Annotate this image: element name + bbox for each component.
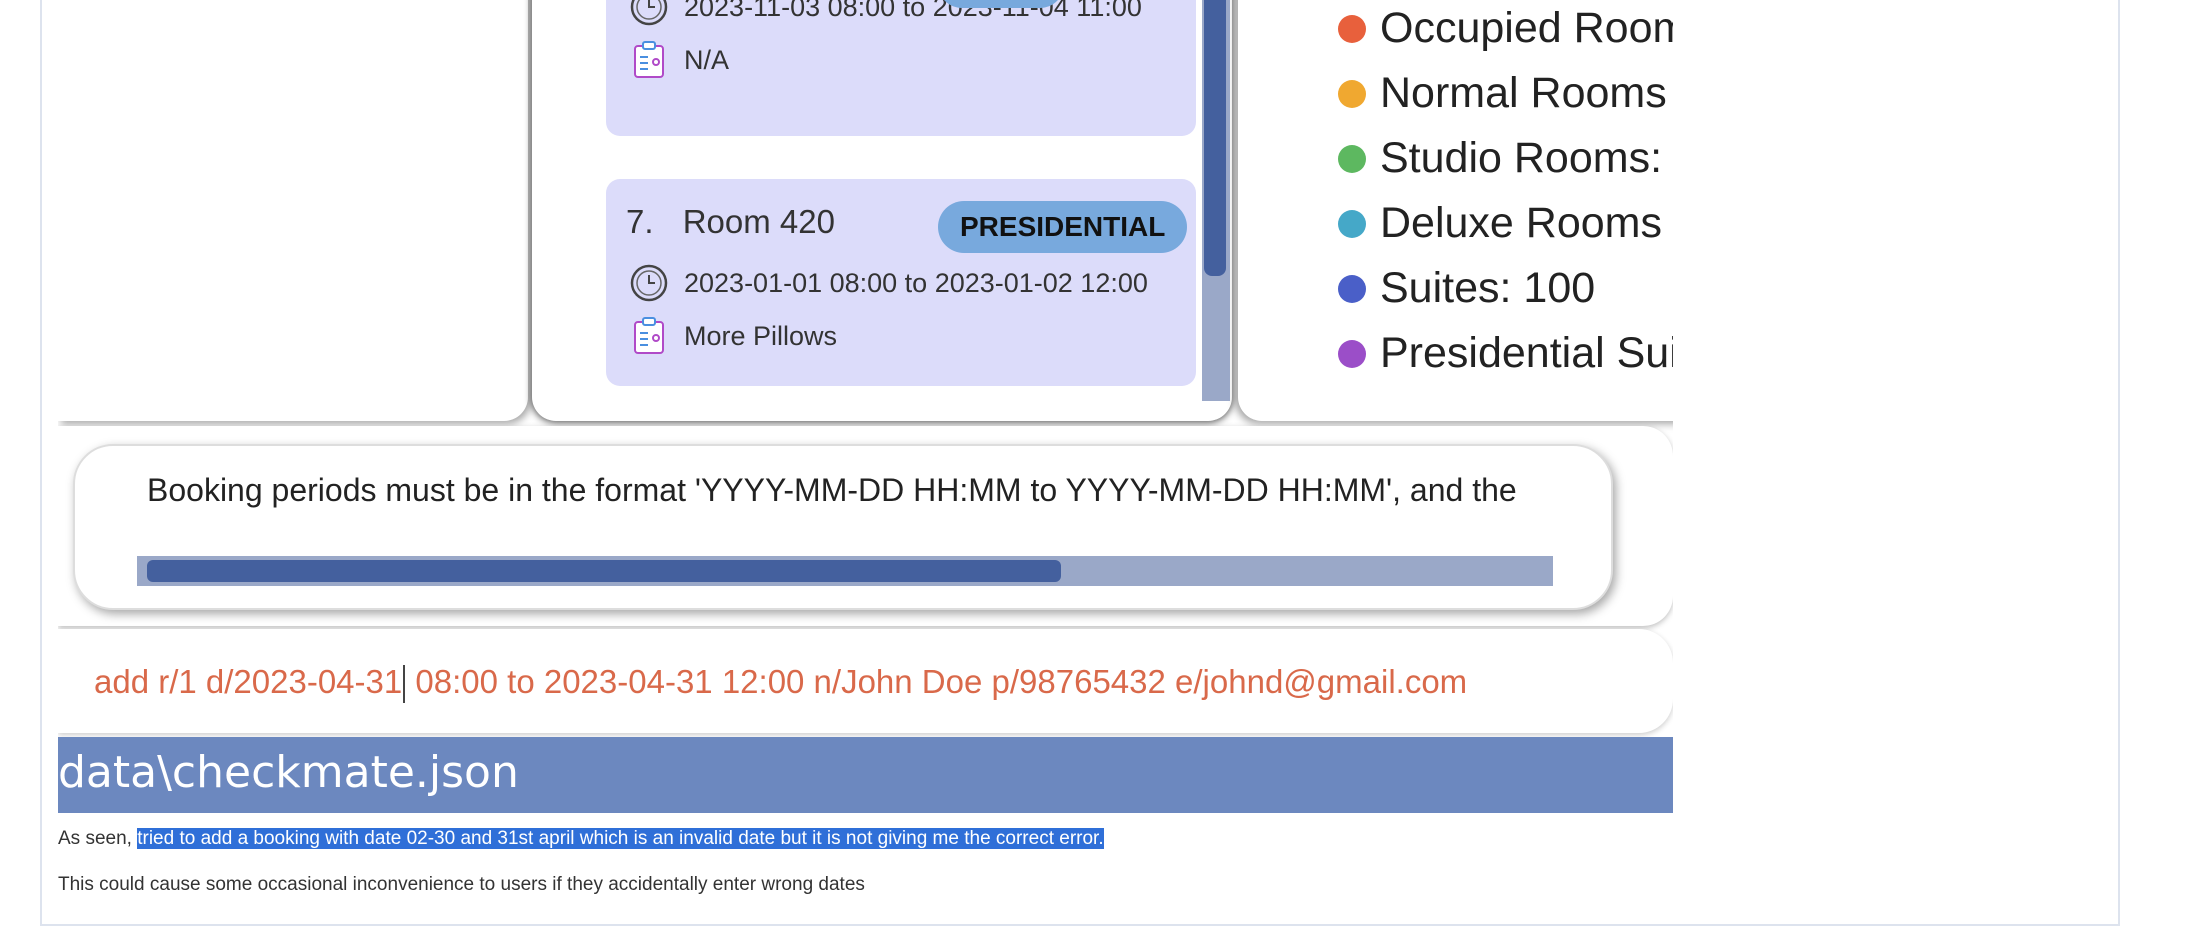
clock-icon [630,0,668,26]
booking-card[interactable]: 7. Room 420 PRESIDENTIAL 2023-01-01 08:0… [606,179,1196,386]
legend-dot [1338,339,1366,368]
legend-item: Deluxe Rooms [1338,199,1662,248]
legend-label: Studio Rooms: [1380,134,1663,182]
command-text-after-caret: 08:00 to 2023-04-31 12:00 n/John Doe p/9… [406,663,1468,700]
booking-index: 7. [626,203,654,240]
legend-dot [1338,79,1366,108]
legend-dot [1338,274,1366,303]
selected-text: tried to add a booking with date 02-30 a… [137,828,1104,849]
text-caret [403,665,406,704]
booking-period: 2023-01-01 08:00 to 2023-01-02 12:00 [684,267,1148,298]
app-window: 2023-11-03 08:00 to 2023-11-04 11:00 N/A… [58,0,1673,741]
legend-dot [1338,209,1366,238]
booking-period: 2023-11-03 08:00 to 2023-11-04 11:00 [684,0,1142,22]
clock-icon [630,264,668,302]
result-scroll-thumb[interactable] [147,560,1061,582]
booking-title: 7. Room 420 [626,203,835,241]
legend-item: Normal Rooms [1338,69,1667,118]
clipboard-icon [634,317,664,354]
booking-list-scroll-thumb[interactable] [1204,0,1226,276]
legend-label: Deluxe Rooms [1380,199,1662,247]
legend-item: Studio Rooms: [1338,134,1662,183]
status-bar: data\checkmate.json [58,737,1673,813]
legend-item: Suites: 100 [1338,264,1595,313]
booking-remark-row: N/A [628,39,729,81]
legend-label: Normal Rooms [1380,69,1667,117]
booking-period-row: 2023-11-03 08:00 to 2023-11-04 11:00 [628,0,1142,28]
comment-prefix: As seen, [58,828,138,849]
legend-label: Occupied Rooms [1380,4,1673,52]
comment-line: This could cause some occasional inconve… [58,874,865,895]
left-panel [58,0,528,421]
clipboard-icon [634,41,664,78]
command-text-before-caret: add r/1 d/2023-04-31 [94,663,403,700]
command-input[interactable]: add r/1 d/2023-04-31 08:00 to 2023-04-31… [94,663,1468,704]
command-box[interactable]: add r/1 d/2023-04-31 08:00 to 2023-04-31… [58,629,1673,733]
legend-label: Presidential Suites [1380,329,1673,377]
legend-dot [1338,144,1366,173]
room-type-badge [938,0,1064,8]
booking-room: Room 420 [682,203,835,240]
save-file-path: data\checkmate.json [58,747,519,798]
legend-label: Suites: 100 [1380,264,1596,312]
legend-dot [1338,14,1366,43]
legend-item: Occupied Rooms [1338,4,1673,53]
booking-card[interactable]: 2023-11-03 08:00 to 2023-11-04 11:00 N/A [606,0,1196,136]
booking-remark-row: More Pillows [628,315,837,357]
room-type-badge: PRESIDENTIAL [938,201,1188,253]
comment-line: As seen, tried to add a booking with dat… [58,828,1104,850]
result-message: Booking periods must be in the format 'Y… [147,472,1517,508]
booking-remark: N/A [684,44,730,75]
booking-period-row: 2023-01-01 08:00 to 2023-01-02 12:00 [628,262,1148,304]
legend-item: Presidential Suites [1338,329,1673,378]
booking-remark: More Pillows [684,320,838,351]
